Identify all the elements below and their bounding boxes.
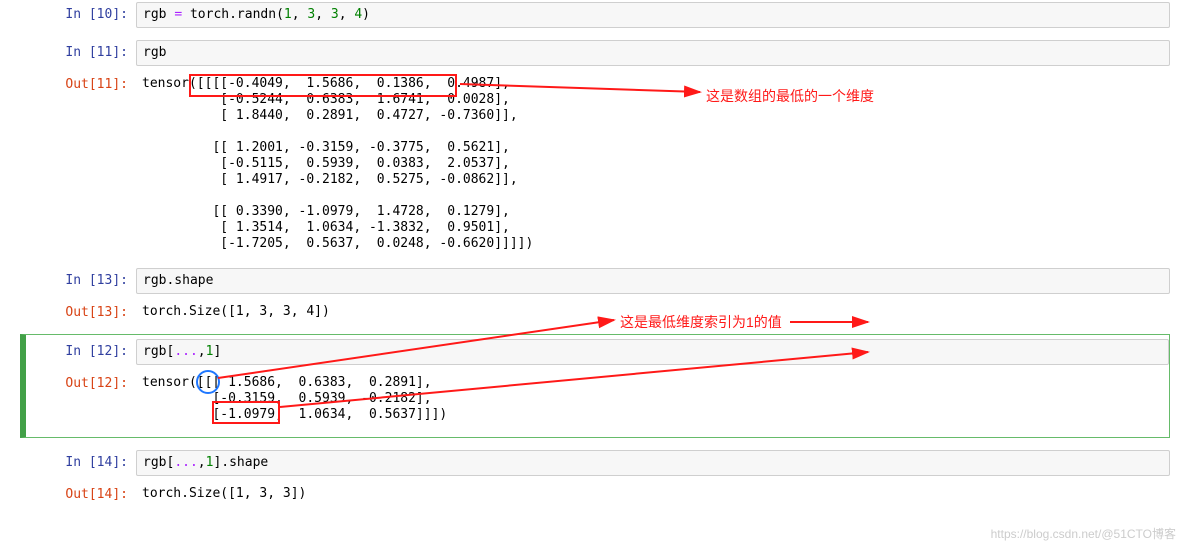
code-input-10[interactable]: rgb = torch.randn(1, 3, 3, 4) [136, 2, 1170, 28]
selected-cell-12: In [12]: rgb[...,1] Out[12]: tensor([[[ … [20, 334, 1170, 438]
code-input-11[interactable]: rgb [136, 40, 1170, 66]
highlight-index-1 [196, 370, 220, 394]
code-output-12: tensor([[[ 1.5686, 0.6383, 0.2891], [-0.… [136, 371, 1169, 427]
cell-in-10: In [10]: rgb = torch.randn(1, 3, 3, 4) [26, 2, 1170, 28]
prompt-in-13: In [13]: [26, 268, 136, 288]
prompt-out-12: Out[12]: [26, 371, 136, 391]
cell-in-13: In [13]: rgb.shape [26, 268, 1170, 294]
cell-out-11: Out[11]: tensor([[[[-0.4049, 1.5686, 0.1… [26, 72, 1170, 256]
cell-out-14: Out[14]: torch.Size([1, 3, 3]) [26, 482, 1170, 506]
cell-out-13: Out[13]: torch.Size([1, 3, 3, 4]) [26, 300, 1170, 324]
code-input-13[interactable]: rgb.shape [136, 268, 1170, 294]
cell-in-14: In [14]: rgb[...,1].shape [26, 450, 1170, 476]
prompt-in-12: In [12]: [26, 339, 136, 359]
code-input-14[interactable]: rgb[...,1].shape [136, 450, 1170, 476]
prompt-in-14: In [14]: [26, 450, 136, 470]
code-output-14: torch.Size([1, 3, 3]) [136, 482, 1170, 506]
annotation-mid: 这是最低维度索引为1的值 [620, 312, 782, 332]
cell-in-11: In [11]: rgb [26, 40, 1170, 66]
cell-in-12: In [12]: rgb[...,1] [26, 339, 1169, 365]
highlight-first-row [189, 74, 457, 97]
prompt-in-11: In [11]: [26, 40, 136, 60]
annotation-top: 这是数组的最低的一个维度 [706, 86, 874, 106]
highlight-value-1-5686 [212, 401, 280, 424]
prompt-out-13: Out[13]: [26, 300, 136, 320]
prompt-in-10: In [10]: [26, 2, 136, 22]
prompt-out-11: Out[11]: [26, 72, 136, 92]
prompt-out-14: Out[14]: [26, 482, 136, 502]
watermark: https://blog.csdn.net/@51CTO博客 [991, 525, 1176, 542]
code-output-11: tensor([[[[-0.4049, 1.5686, 0.1386, 0.49… [136, 72, 1170, 256]
code-input-12[interactable]: rgb[...,1] [136, 339, 1169, 365]
